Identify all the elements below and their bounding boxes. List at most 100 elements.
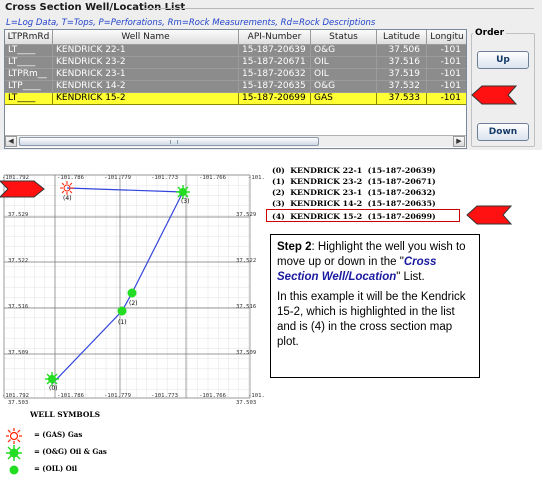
table-cell-api: 15-187-20632 [239,69,311,81]
well-number-label: (0) [49,385,58,392]
cross-section-line [51,187,184,385]
right-latitude-tick: 37.503 [236,400,256,406]
top-longitude-tick: -101.792 [2,175,29,181]
column-header-api[interactable]: API-Number [239,30,311,45]
table-row[interactable]: LTPRm__ KENDRICK 23-1 15-187-20632 OIL 37.51… [5,69,466,81]
right-latitude-tick: 37.522 [236,258,256,264]
top-longitude-tick: -101.786 [57,175,84,181]
oil-gas-well-icon [6,445,22,461]
table-cell-name: KENDRICK 23-2 [53,57,239,69]
table-cell-status: OIL [311,57,377,69]
well-marker-4: (4) [60,181,74,202]
instruction-box: Step 2: Highlight the well you wish to m… [270,234,480,378]
red-arrow-plot [0,180,45,198]
scroll-grip [170,140,178,144]
table-row[interactable]: LT____ KENDRICK 23-2 15-187-20671 OIL 37.516… [5,57,466,69]
table-row[interactable]: LT____ KENDRICK 22-1 15-187-20639 O&G 37.506… [5,45,466,57]
bottom-longitude-tick: -101.773 [151,393,178,399]
right-latitude-tick: 37.529 [236,212,256,218]
column-legend: L=Log Data, T=Tops, P=Perforations, Rm=R… [6,18,376,28]
table-cell-lon: -101 [427,45,466,57]
top-longitude-tick: -101.779 [104,175,131,181]
instruction-paragraph-2: In this example it will be the Kendrick … [277,291,466,348]
order-label: Order [473,28,507,38]
left-latitude-tick: 37.516 [8,304,28,310]
symbol-oil-label: = (OIL) Oil [34,464,78,473]
bottom-longitude-tick: -101.786 [57,393,84,399]
well-list-item-2: (2) KENDRICK 23-1 (15-187-20632) [272,188,436,197]
down-button[interactable]: Down [477,123,529,141]
left-latitude-tick: 37.522 [8,258,28,264]
table-cell-lat: 37.516 [377,57,427,69]
column-header-status[interactable]: Status [311,30,377,45]
table-cell-lon: -101 [427,81,466,93]
table-cell-name: KENDRICK 22-1 [53,45,239,57]
step-label: Step 2 [277,241,312,253]
bottom-longitude-tick: -101.779 [104,393,131,399]
bottom-longitude-tick: -101.76 [248,393,265,399]
well-list-item-1: (1) KENDRICK 23-2 (15-187-20671) [272,177,436,186]
table-cell-lat: 37.532 [377,81,427,93]
table-cell-flags: LTP____ [5,81,53,93]
scroll-right-button[interactable]: ▶ [453,136,465,147]
instruction-paragraph-1: Step 2: Highlight the well you wish to m… [277,240,473,285]
cross-section-panel: Cross Section Well/Location List L=Log D… [0,0,542,150]
table-cell-flags: LT____ [5,93,53,105]
well-number-label: (4) [63,195,72,202]
title-divider [142,8,534,9]
bottom-longitude-tick: -101.766 [199,393,226,399]
table-cell-api: 15-187-20639 [239,45,311,57]
step-text-2: " List. [396,271,425,283]
right-latitude-tick: 37.509 [236,350,256,356]
well-symbols-title: WELL SYMBOLS [30,410,101,419]
cross-section-map-plot: -101.792 -101.786 -101.779 -101.773 -101.766… [0,174,265,406]
well-number-label: (3) [181,198,190,205]
table-cell-api: 15-187-20635 [239,81,311,93]
selected-well-highlight-box [266,209,460,222]
table-cell-name: KENDRICK 23-1 [53,69,239,81]
table-cell-lat: 37.506 [377,45,427,57]
symbol-oil-gas-label: = (O&G) Oil & Gas [34,447,107,456]
table-row[interactable]: LTP____ KENDRICK 14-2 15-187-20635 O&G 37.53… [5,81,466,93]
gas-well-icon [6,428,22,444]
table-cell-flags: LTPRm__ [5,69,53,81]
table-cell-status: OIL [311,69,377,81]
well-list-item-0: (0) KENDRICK 22-1 (15-187-20639) [272,166,436,175]
table-cell-api: 15-187-20671 [239,57,311,69]
scroll-thumb[interactable] [19,137,319,146]
scroll-left-button[interactable]: ◀ [5,136,17,147]
oil-well-icon [9,465,19,475]
column-header-well-name[interactable]: Well Name [53,30,239,45]
table-cell-lat: 37.533 [377,93,427,105]
well-list-item-3: (3) KENDRICK 14-2 (15-187-20635) [272,199,436,208]
selected-row-arrow-icon [471,85,518,105]
column-header-latitude[interactable]: Latitude [377,30,427,45]
table-cell-lon: -101 [427,69,466,81]
top-longitude-tick: -101.773 [151,175,178,181]
table-cell-name: KENDRICK 15-2 [53,93,239,105]
column-header-longitude[interactable]: Longitu [427,30,466,45]
table-cell-lat: 37.519 [377,69,427,81]
well-number-label: (1) [118,319,127,326]
left-latitude-tick: 37.503 [8,400,28,406]
table-cell-name: KENDRICK 14-2 [53,81,239,93]
column-header-flags[interactable]: LTPRmRd [5,30,53,45]
well-marker-1: (1) [117,306,127,326]
bottom-longitude-tick: -101.792 [2,393,29,399]
table-cell-lon: -101 [427,57,466,69]
symbol-gas-label: = (GAS) Gas [34,430,83,439]
up-button[interactable]: Up [477,51,529,69]
horizontal-scrollbar[interactable]: ◀ ▶ [5,135,466,147]
table-cell-api: 15-187-20699 [239,93,311,105]
right-latitude-tick: 37.516 [236,304,256,310]
table-cell-status: O&G [311,81,377,93]
well-number-label: (2) [129,300,138,307]
table-cell-flags: LT____ [5,57,53,69]
left-latitude-tick: 37.529 [8,212,28,218]
well-markers: (0) (1) (2) (3) (4) [45,181,190,392]
plot-grid [3,174,251,399]
table-row-selected[interactable]: LT____ KENDRICK 15-2 15-187-20699 GAS 37.533… [5,93,466,105]
top-longitude-tick: -101.76 [248,175,265,181]
left-latitude-tick: 37.509 [8,350,28,356]
table-cell-flags: LT____ [5,45,53,57]
